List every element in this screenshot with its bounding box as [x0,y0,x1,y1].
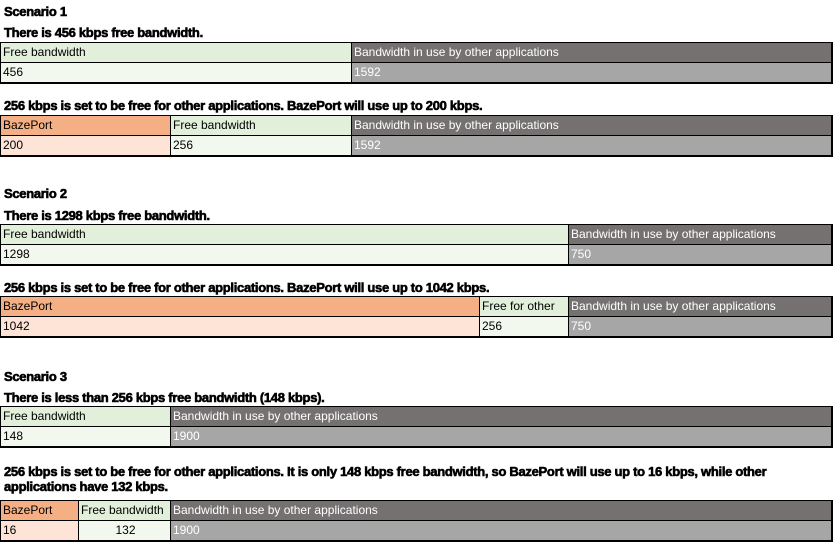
free-value: 256 [171,136,351,155]
other-label: Bandwidth in use by other applications [352,43,831,62]
other-value: 1592 [352,136,831,155]
free-value: 256 [480,317,568,336]
free-label: Free bandwidth [1,407,170,426]
bandwidth-bar: Free bandwidth 456 Bandwidth in use by oth… [0,42,833,84]
free-label: Free for other [480,297,568,316]
scenario-title: Scenario 1 [4,4,68,20]
bandwidth-bar: BazePort 16 Free bandwidth 132 Bandwidth in … [0,500,833,542]
other-label: Bandwidth in use by other applications [352,116,831,135]
bar-caption: 256 kbps is set to be free for other app… [4,280,490,296]
scenario-title: Scenario 3 [4,369,68,385]
bazeport-label: BazePort [1,501,78,520]
free-label: Free bandwidth [1,43,351,62]
free-value: 148 [1,427,170,446]
free-label: Free bandwidth [1,225,568,244]
other-value: 1900 [171,427,831,446]
free-value: 132 [79,521,170,540]
bandwidth-bar: Free bandwidth 1298 Bandwidth in use by ot… [0,224,833,266]
other-value: 750 [569,317,831,336]
bazeport-label: BazePort [1,116,170,135]
bar-caption: There is 456 kbps free bandwidth. [4,25,204,41]
other-value: 1592 [352,63,831,82]
bandwidth-bar: BazePort 200 Free bandwidth 256 Bandwidth in… [0,115,833,157]
other-label: Bandwidth in use by other applications [569,225,831,244]
other-label: Bandwidth in use by other applications [569,297,831,316]
free-value: 456 [1,63,351,82]
bandwidth-bar: BazePort 1042 Free for other 256 Bandwidth i… [0,296,833,338]
bazeport-label: BazePort [1,297,479,316]
bazeport-value: 1042 [1,317,479,336]
other-value: 750 [569,245,831,264]
bazeport-value: 200 [1,136,170,155]
bandwidth-bar: Free bandwidth 148 Bandwidth in use by oth… [0,406,833,448]
free-value: 1298 [1,245,568,264]
bazeport-value: 16 [1,521,78,540]
other-label: Bandwidth in use by other applications [171,501,831,520]
bar-caption: There is less than 256 kbps free bandwid… [4,390,325,406]
bar-caption: 256 kbps is set to be free for other app… [4,464,767,495]
other-value: 1900 [171,521,831,540]
bar-caption: 256 kbps is set to be free for other app… [4,98,483,114]
bar-caption: There is 1298 kbps free bandwidth. [4,208,211,224]
free-label: Free bandwidth [79,501,170,520]
free-label: Free bandwidth [171,116,351,135]
other-label: Bandwidth in use by other applications [171,407,831,426]
scenario-title: Scenario 2 [4,186,68,202]
